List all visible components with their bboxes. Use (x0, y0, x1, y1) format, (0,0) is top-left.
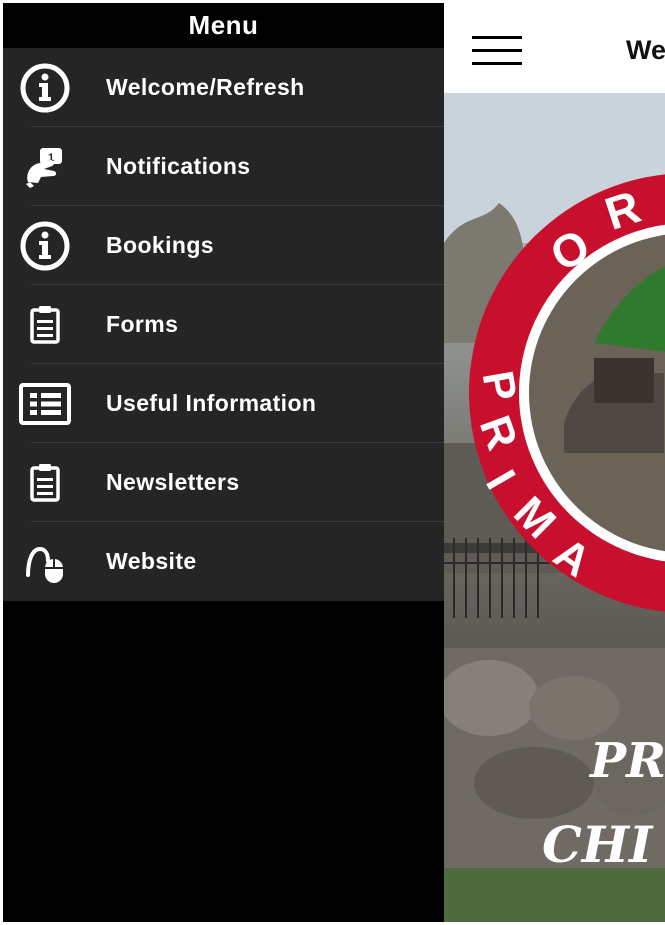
menu-item-notifications[interactable]: 1 Notifications (3, 127, 444, 206)
info-icon (17, 60, 73, 116)
hamburger-menu-icon[interactable] (472, 36, 524, 66)
mouse-icon (17, 534, 73, 590)
app-bar: We (444, 3, 665, 93)
menu-item-welcome-refresh[interactable]: Welcome/Refresh (3, 48, 444, 127)
app-title: We (626, 35, 665, 65)
drawer-empty-area (3, 601, 444, 922)
menu-item-newsletters[interactable]: Newsletters (3, 443, 444, 522)
menu-item-label: Notifications (106, 153, 251, 179)
hero-caption-1: PR (590, 733, 665, 789)
menu-item-useful-information[interactable]: Useful Information (3, 364, 444, 443)
main-app-area: We O R P R I M A PR CHI (444, 3, 665, 922)
notification-icon: 1 (17, 139, 73, 195)
menu-item-forms[interactable]: Forms (3, 285, 444, 364)
navigation-drawer: Menu Welcome/Refresh 1 Notifications Boo… (3, 3, 444, 922)
info-icon (17, 218, 73, 274)
hero-caption-2: CHI (542, 815, 653, 874)
clipboard-icon (17, 297, 73, 353)
hero-image: O R P R I M A PR CHI (444, 93, 665, 922)
menu-item-label: Newsletters (106, 469, 240, 495)
menu-list: Welcome/Refresh 1 Notifications Bookings… (3, 48, 444, 601)
menu-item-label: Forms (106, 311, 179, 337)
menu-item-bookings[interactable]: Bookings (3, 206, 444, 285)
menu-item-label: Useful Information (106, 390, 317, 416)
menu-item-label: Welcome/Refresh (106, 74, 305, 100)
list-icon (17, 376, 73, 432)
menu-item-label: Website (106, 548, 197, 574)
drawer-title: Menu (3, 3, 444, 48)
clipboard-icon (17, 455, 73, 511)
menu-item-label: Bookings (106, 232, 214, 258)
menu-item-website[interactable]: Website (3, 522, 444, 601)
